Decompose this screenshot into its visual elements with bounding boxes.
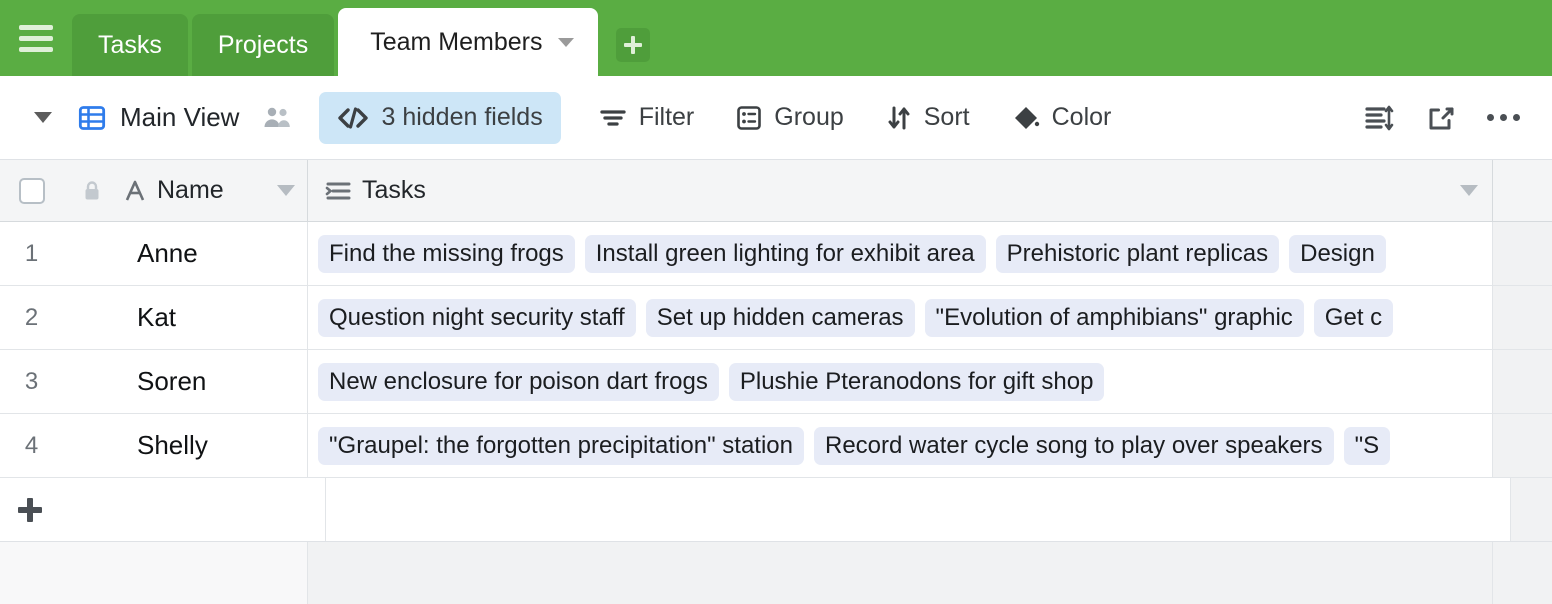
column-header-label: Tasks (362, 176, 426, 204)
row-number: 3 (24, 367, 39, 395)
table-row[interactable]: 3 Soren New enclosure for poison dart fr… (0, 350, 1552, 414)
add-row-tasks-cell (326, 478, 1511, 541)
table-row[interactable]: 2 Kat Question night security staff Set … (0, 286, 1552, 350)
hamburger-menu-button[interactable] (0, 0, 72, 76)
data-grid: Name Tasks 1 Anne Find the missing frogs… (0, 160, 1552, 604)
row-height-button[interactable] (1348, 92, 1410, 144)
cell-tasks[interactable]: New enclosure for poison dart frogs Plus… (308, 350, 1493, 413)
row-height-icon (1365, 105, 1394, 130)
task-chip[interactable]: New enclosure for poison dart frogs (318, 362, 719, 401)
tab-team-members[interactable]: Team Members (338, 8, 599, 76)
hidden-fields-label: 3 hidden fields (381, 103, 543, 131)
row-filler (1493, 350, 1552, 413)
row-filler (1493, 222, 1552, 285)
add-table-button[interactable] (616, 28, 651, 62)
hidden-fields-button[interactable]: 3 hidden fields (319, 91, 561, 144)
header-filler (1493, 160, 1552, 221)
tab-label: Projects (217, 30, 309, 59)
lock-icon (83, 180, 101, 202)
add-row-cell[interactable] (0, 478, 81, 541)
task-chip[interactable]: Plushie Pteranodons for gift shop (728, 362, 1105, 401)
text-field-icon (123, 179, 147, 203)
share-button[interactable] (1410, 92, 1472, 144)
sort-label: Sort (923, 103, 970, 131)
linked-record-icon (324, 180, 352, 202)
group-icon (737, 105, 762, 130)
task-chip[interactable]: Find the missing frogs (318, 234, 575, 273)
collaborators-button[interactable] (263, 105, 293, 131)
table-row[interactable]: 1 Anne Find the missing frogs Install gr… (0, 222, 1552, 286)
column-menu-chevron-down-icon[interactable] (1460, 185, 1478, 196)
cell-name[interactable]: Kat (63, 286, 308, 349)
share-external-icon (1429, 107, 1454, 129)
add-row[interactable] (0, 478, 1552, 542)
more-options-button[interactable] (1472, 92, 1534, 144)
cell-name[interactable]: Soren (63, 350, 308, 413)
view-toolbar: Main View 3 hidden fields Filter Group S… (0, 76, 1552, 160)
column-header-name[interactable]: Name (63, 160, 308, 221)
footer-right (1493, 542, 1552, 604)
task-chip[interactable]: Prehistoric plant replicas (995, 234, 1280, 273)
color-label: Color (1051, 103, 1112, 131)
select-all-checkbox[interactable] (18, 177, 45, 204)
sort-arrows-icon (888, 106, 910, 129)
cell-tasks[interactable]: "Graupel: the forgotten precipitation" s… (308, 414, 1493, 477)
row-number: 1 (24, 239, 39, 267)
ellipsis-icon (1486, 114, 1520, 121)
row-filler (1493, 414, 1552, 477)
row-filler (1493, 286, 1552, 349)
cell-name[interactable]: Shelly (63, 414, 308, 477)
code-brackets-icon (338, 106, 369, 129)
airtable-like-grid-app: Tasks Projects Team Members Main View 3 … (0, 0, 1552, 604)
grid-view-icon (78, 104, 106, 132)
tab-tasks[interactable]: Tasks (72, 14, 188, 76)
filter-icon (600, 109, 626, 126)
task-chip[interactable]: Set up hidden cameras (645, 298, 915, 337)
footer-left (0, 542, 308, 604)
sidebar-toggle-chevron-down-icon[interactable] (34, 112, 52, 123)
column-menu-chevron-down-icon[interactable] (277, 185, 295, 196)
task-chip[interactable]: Design (1289, 234, 1386, 273)
plus-icon[interactable] (18, 497, 42, 522)
row-filler (1511, 478, 1552, 541)
tab-projects[interactable]: Projects (191, 14, 335, 76)
color-button[interactable]: Color (996, 92, 1128, 144)
group-button[interactable]: Group (720, 92, 859, 144)
grid-footer (0, 542, 1552, 604)
cell-name[interactable]: Anne (63, 222, 308, 285)
add-row-name-cell (81, 478, 326, 541)
cell-tasks[interactable]: Question night security staff Set up hid… (308, 286, 1493, 349)
task-chip[interactable]: Get c (1313, 298, 1394, 337)
task-chip[interactable]: Record water cycle song to play over spe… (813, 426, 1334, 465)
paint-bucket-icon (1014, 106, 1039, 129)
people-icon (264, 107, 291, 127)
task-chip[interactable]: "Evolution of amphibians" graphic (924, 298, 1304, 337)
table-row[interactable]: 4 Shelly "Graupel: the forgotten precipi… (0, 414, 1552, 478)
column-header-tasks[interactable]: Tasks (308, 160, 1493, 221)
filter-label: Filter (638, 103, 695, 131)
task-chip[interactable]: Install green lighting for exhibit area (584, 234, 986, 273)
tab-label: Team Members (370, 27, 543, 56)
filter-button[interactable]: Filter (583, 92, 711, 144)
view-name[interactable]: Main View (120, 102, 239, 133)
select-all-cell (0, 160, 63, 221)
column-header-label: Name (157, 176, 224, 204)
task-chip[interactable]: Question night security staff (318, 298, 636, 337)
row-number: 4 (24, 431, 39, 459)
cell-tasks[interactable]: Find the missing frogs Install green lig… (308, 222, 1493, 285)
tab-bar: Tasks Projects Team Members (0, 0, 1552, 76)
task-chip[interactable]: "Graupel: the forgotten precipitation" s… (318, 426, 804, 465)
task-chip[interactable]: "S (1343, 426, 1391, 465)
grid-header-row: Name Tasks (0, 160, 1552, 222)
chevron-down-icon[interactable] (558, 37, 575, 47)
footer-mid (308, 542, 1493, 604)
sort-button[interactable]: Sort (870, 92, 986, 144)
group-label: Group (774, 103, 844, 131)
row-number: 2 (24, 303, 39, 331)
tab-label: Tasks (98, 30, 162, 59)
hamburger-icon (19, 24, 53, 52)
